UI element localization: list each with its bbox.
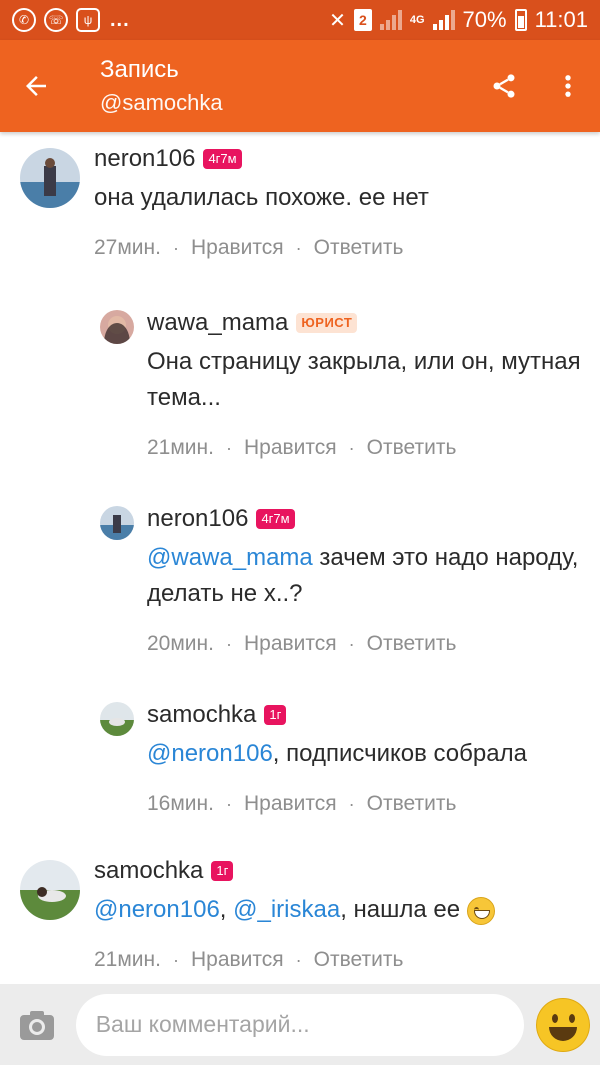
comment-input-bar <box>0 984 600 1065</box>
lawyer-badge: ЮРИСТ <box>296 313 358 333</box>
comment-time: 21мин. <box>94 948 161 971</box>
reply-button[interactable]: Ответить <box>367 632 457 656</box>
battery-icon <box>514 9 527 31</box>
comment: wawa_mama ЮРИСТ Она страницу закрыла, ил… <box>147 306 587 460</box>
app-bar: Запись @samochka <box>0 40 600 132</box>
notification-app-icon: ψ <box>76 8 100 32</box>
mention-link[interactable]: @_iriskaa <box>233 896 340 923</box>
reply-button[interactable]: Ответить <box>314 948 404 972</box>
avatar[interactable] <box>20 148 80 208</box>
like-button[interactable]: Нравится <box>191 236 284 260</box>
grinning-emoji-icon <box>466 896 495 925</box>
comment-time: 20мин. <box>147 632 214 655</box>
mute-icon: ✕ <box>329 9 346 32</box>
share-icon <box>493 74 515 98</box>
comment-author[interactable]: neron106 <box>147 505 248 533</box>
mention-link[interactable]: @neron106 <box>147 740 273 767</box>
network-type: 4G <box>409 14 425 26</box>
comment: neron106 4г7м @wawa_mama зачем это надо … <box>147 502 587 656</box>
signal-icon <box>379 10 402 30</box>
comment-input[interactable] <box>75 993 525 1056</box>
comment: samochka 1г @neron106, @_iriskaa, нашла … <box>94 854 589 972</box>
comment: neron106 4г7м она удалилась похоже. ее н… <box>94 142 584 260</box>
status-bar: ✆ ☏ ψ ... ✕ 2 4G 70% 11:01 <box>0 0 600 40</box>
page-subtitle: @samochka <box>100 90 223 115</box>
share-button[interactable] <box>472 40 536 132</box>
battery-percent: 70% <box>462 7 507 32</box>
comment-time: 27мин. <box>94 236 161 259</box>
comment-text: она удалилась похоже. ее нет <box>94 184 429 211</box>
camera-icon <box>19 1010 54 1040</box>
comment-time: 16мин. <box>147 792 214 815</box>
comment: samochka 1г @neron106, подписчиков собра… <box>147 698 592 816</box>
mention-link[interactable]: @wawa_mama <box>147 544 313 571</box>
viber-icon: ☏ <box>44 8 68 32</box>
like-button[interactable]: Нравится <box>244 632 337 656</box>
like-button[interactable]: Нравится <box>244 792 337 816</box>
age-badge: 1г <box>264 705 287 725</box>
comment-text: Она страницу закрыла, или он, мутная тем… <box>147 348 581 411</box>
more-vertical-icon <box>565 75 571 97</box>
comment-text: @neron106, подписчиков собрала <box>147 740 527 767</box>
comments-feed[interactable]: neron106 4г7м она удалилась похоже. ее н… <box>0 132 600 984</box>
mention-link[interactable]: @neron106 <box>94 896 220 923</box>
comment-author[interactable]: samochka <box>147 701 256 729</box>
age-badge: 4г7м <box>256 509 295 529</box>
reply-button[interactable]: Ответить <box>367 792 457 816</box>
more-menu-button[interactable] <box>536 40 600 132</box>
clock: 11:01 <box>534 7 588 32</box>
comment-author[interactable]: neron106 <box>94 145 195 173</box>
reply-button[interactable]: Ответить <box>314 236 404 260</box>
avatar[interactable] <box>100 702 134 736</box>
avatar[interactable] <box>100 506 134 540</box>
comment-author[interactable]: wawa_mama <box>147 309 288 337</box>
whatsapp-icon: ✆ <box>12 8 36 32</box>
avatar[interactable] <box>20 860 80 920</box>
page-title: Запись <box>100 56 179 83</box>
like-button[interactable]: Нравится <box>191 948 284 972</box>
reply-button[interactable]: Ответить <box>367 436 457 460</box>
more-notifications-indicator: ... <box>110 8 130 31</box>
camera-button[interactable] <box>18 1006 56 1044</box>
signal-icon-2 <box>432 10 455 30</box>
age-badge: 1г <box>211 861 234 881</box>
smiley-icon[interactable] <box>536 997 590 1052</box>
back-button[interactable] <box>0 40 72 132</box>
comment-text: @wawa_mama зачем это надо народу, делать… <box>147 544 579 607</box>
like-button[interactable]: Нравится <box>244 436 337 460</box>
avatar[interactable] <box>100 310 134 344</box>
age-badge: 4г7м <box>203 149 242 169</box>
comment-author[interactable]: samochka <box>94 857 203 885</box>
comment-time: 21мин. <box>147 436 214 459</box>
app-bar-titles: Запись @samochka <box>100 55 472 117</box>
comment-text: @neron106, @_iriskaa, нашла ее <box>94 892 589 928</box>
sim-badge: 2 <box>353 9 372 31</box>
arrow-left-icon <box>26 76 46 96</box>
